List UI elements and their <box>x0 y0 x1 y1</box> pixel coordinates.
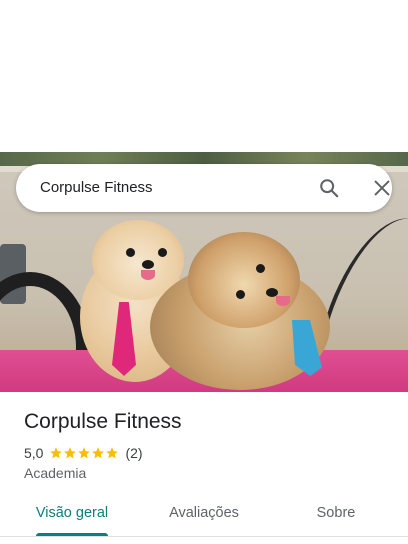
search-input[interactable]: Corpulse Fitness <box>40 164 153 212</box>
dog-right-eye <box>236 290 245 299</box>
star-icon <box>78 447 91 459</box>
dog-right-tongue <box>276 296 290 306</box>
dog-left-nose <box>142 260 154 269</box>
search-box[interactable]: Corpulse Fitness <box>16 164 392 212</box>
star-icon <box>50 447 63 459</box>
dog-left-tongue <box>141 270 155 280</box>
dog-left-eye <box>158 248 167 257</box>
star-rating <box>49 446 119 460</box>
place-category[interactable]: Academia <box>24 465 86 481</box>
rating-row[interactable]: 5,0 (2) <box>24 444 143 462</box>
star-icon <box>106 447 119 459</box>
tab-reviews[interactable]: Avaliações <box>152 495 256 533</box>
star-icon <box>64 447 77 459</box>
close-icon[interactable] <box>371 177 393 199</box>
review-count[interactable]: (2) <box>125 445 142 461</box>
rating-value: 5,0 <box>24 445 44 461</box>
star-icon <box>92 447 105 459</box>
tab-about[interactable]: Sobre <box>284 495 388 533</box>
place-title: Corpulse Fitness <box>24 410 182 433</box>
place-tabs: Visão geral Avaliações Sobre <box>0 495 408 537</box>
tabs-divider <box>0 536 408 537</box>
tab-overview[interactable]: Visão geral <box>20 495 124 533</box>
dog-right-head <box>188 232 300 328</box>
dog-right-eye <box>256 264 265 273</box>
dog-left-eye <box>126 248 135 257</box>
search-icon[interactable] <box>318 177 340 199</box>
